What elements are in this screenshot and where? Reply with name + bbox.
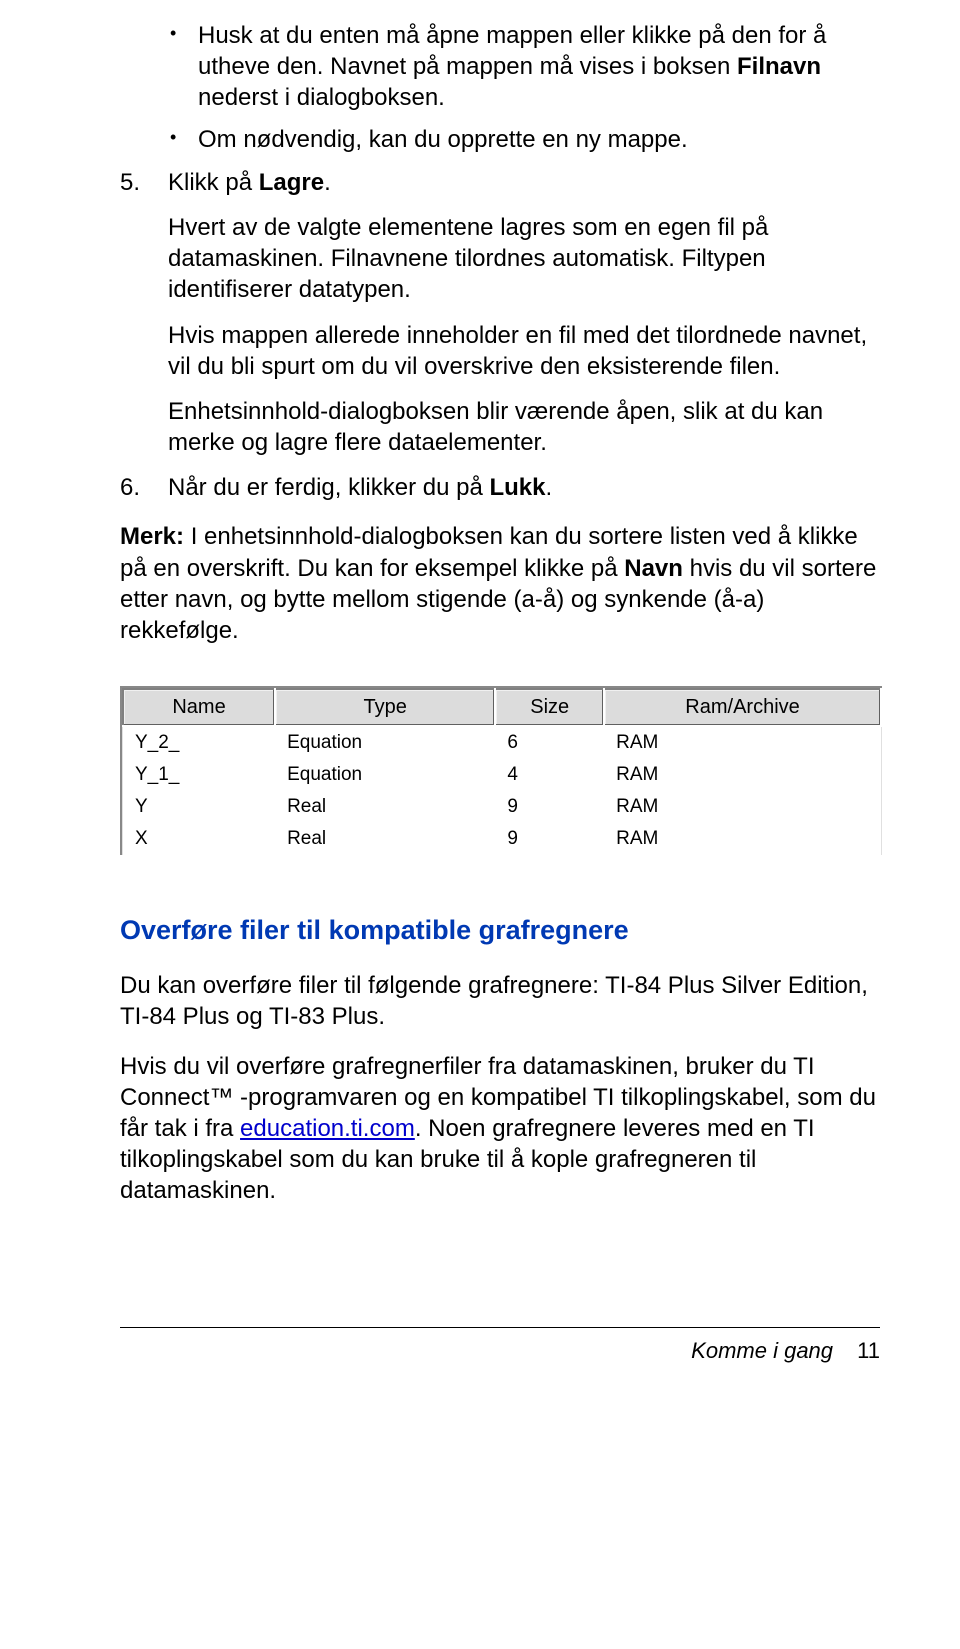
merk-bold2: Navn [624, 555, 683, 582]
step-5-bold: Lagre [259, 169, 324, 196]
education-link[interactable]: education.ti.com [240, 1115, 415, 1142]
col-header-name[interactable]: Name [123, 689, 275, 726]
col-header-size[interactable]: Size [495, 689, 604, 726]
col-header-type[interactable]: Type [275, 689, 495, 726]
table-row[interactable]: Y Real 9 RAM [123, 791, 881, 823]
cell-name: Y [123, 791, 275, 823]
cell-type: Equation [275, 759, 495, 791]
footer-page: 11 [857, 1338, 880, 1363]
section-p2: Hvis du vil overføre grafregnerfiler fra… [120, 1051, 880, 1207]
section-heading: Overføre filer til kompatible grafregner… [120, 915, 880, 946]
section-p1: Du kan overføre filer til følgende grafr… [120, 970, 880, 1032]
cell-size: 9 [495, 791, 604, 823]
cell-ram: RAM [604, 791, 881, 823]
step-6-marker: 6. [120, 472, 168, 503]
step-5-pre: Klikk på [168, 169, 259, 196]
cell-name: Y_2_ [123, 726, 275, 759]
cell-size: 4 [495, 759, 604, 791]
step-5-p3: Enhetsinnhold-dialogboksen blir værende … [168, 396, 880, 458]
step-6-pre: Når du er ferdig, klikker du på [168, 474, 489, 501]
step-5-marker: 5. [120, 167, 168, 198]
device-content-table: Name Type Size Ram/Archive Y_2_ Equation… [120, 686, 882, 855]
cell-ram: RAM [604, 759, 881, 791]
table-row[interactable]: X Real 9 RAM [123, 823, 881, 855]
footer-title: Komme i gang [691, 1338, 833, 1363]
page-footer: Komme i gang 11 [120, 1327, 880, 1364]
bullet-1-post: nederst i dialogboksen. [198, 84, 445, 111]
cell-size: 6 [495, 726, 604, 759]
step-5-p2: Hvis mappen allerede inneholder en fil m… [168, 320, 880, 382]
bullet-text-2: Om nødvendig, kan du opprette en ny mapp… [198, 124, 880, 155]
cell-name: X [123, 823, 275, 855]
cell-size: 9 [495, 823, 604, 855]
step-6-post: . [546, 474, 553, 501]
table-row[interactable]: Y_2_ Equation 6 RAM [123, 726, 881, 759]
step-5-line: Klikk på Lagre. [168, 167, 880, 198]
cell-type: Equation [275, 726, 495, 759]
step-5-p1: Hvert av de valgte elementene lagres som… [168, 212, 880, 306]
cell-type: Real [275, 823, 495, 855]
cell-ram: RAM [604, 823, 881, 855]
bullet-icon: • [170, 124, 198, 150]
table-row[interactable]: Y_1_ Equation 4 RAM [123, 759, 881, 791]
cell-type: Real [275, 791, 495, 823]
bullet-text-1: Husk at du enten må åpne mappen eller kl… [198, 20, 880, 114]
col-header-ram[interactable]: Ram/Archive [604, 689, 881, 726]
cell-ram: RAM [604, 726, 881, 759]
step-6-bold: Lukk [489, 474, 545, 501]
step-6-line: Når du er ferdig, klikker du på Lukk. [168, 472, 880, 503]
bullet-icon: • [170, 20, 198, 46]
merk-bold: Merk: [120, 523, 184, 550]
cell-name: Y_1_ [123, 759, 275, 791]
bullet-1-bold: Filnavn [737, 53, 821, 80]
step-5-post: . [324, 169, 331, 196]
merk-paragraph: Merk: I enhetsinnhold-dialogboksen kan d… [120, 521, 880, 646]
bullet-1-pre: Husk at du enten må åpne mappen eller kl… [198, 22, 826, 80]
